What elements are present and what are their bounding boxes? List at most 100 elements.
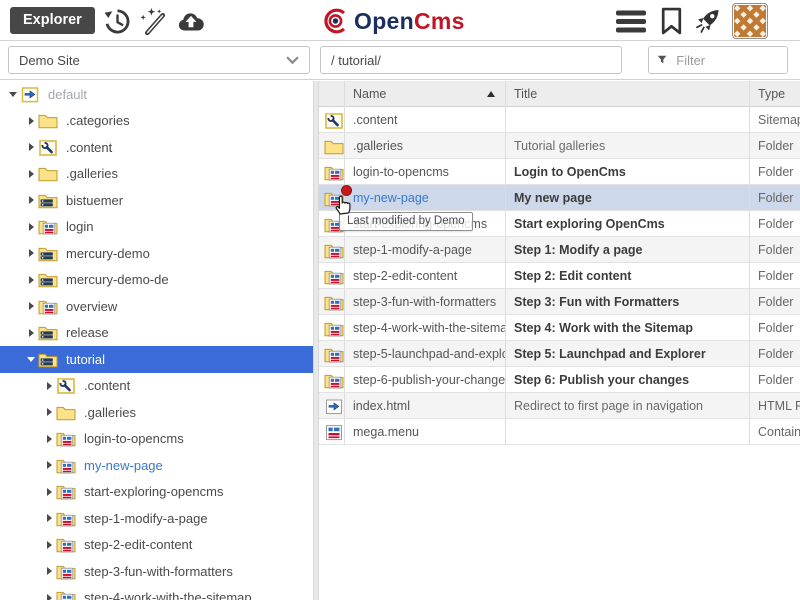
file-name: .content	[345, 107, 506, 133]
tree-item-my-new-page[interactable]: my-new-page	[0, 452, 313, 479]
expand-arrow-icon[interactable]	[42, 514, 56, 522]
file-row-mega.menu[interactable]: mega.menuContainer page	[319, 419, 800, 445]
tree-item-dot-galleries[interactable]: .galleries	[0, 161, 313, 188]
file-name: mega.menu	[345, 419, 506, 445]
expand-arrow-icon[interactable]	[24, 329, 38, 337]
tree-item-overview[interactable]: overview	[0, 293, 313, 320]
file-row-start-exploring-opencms[interactable]: start-exploring-opencmsStart exploring O…	[319, 211, 800, 237]
expand-arrow-icon[interactable]	[24, 249, 38, 257]
tree-item-release[interactable]: release	[0, 320, 313, 347]
file-name: step-2-edit-content	[345, 263, 506, 289]
tree-item-login-to-opencms[interactable]: login-to-opencms	[0, 426, 313, 453]
tree-item-login[interactable]: login	[0, 214, 313, 241]
file-row-dot-content[interactable]: .content Sitemap configuration	[319, 107, 800, 133]
file-row-step-2-edit-content[interactable]: step-2-edit-contentStep 2: Edit contentF…	[319, 263, 800, 289]
file-name: my-new-page	[345, 185, 506, 211]
page-folder-icon	[319, 341, 345, 367]
file-type: Folder	[750, 289, 800, 315]
tree-item-start-exploring-opencms[interactable]: start-exploring-opencms	[0, 479, 313, 506]
tree-item-label: tutorial	[66, 352, 105, 367]
tree-item-default[interactable]: default	[0, 81, 313, 108]
file-row-step-3-fun-with-formatters[interactable]: step-3-fun-with-formattersStep 3: Fun wi…	[319, 289, 800, 315]
user-avatar[interactable]	[732, 3, 768, 39]
file-row-index.html[interactable]: index.htmlRedirect to first page in navi…	[319, 393, 800, 419]
opencms-explorer-app: Explorer	[0, 0, 800, 600]
table-rows: .content Sitemap configuration.galleriesT…	[319, 107, 800, 445]
server-folder-icon	[38, 351, 59, 368]
folder-icon	[56, 404, 77, 421]
tree-item-dot-content[interactable]: .content	[0, 373, 313, 400]
tree-item-mercury-demo[interactable]: mercury-demo	[0, 240, 313, 267]
file-type: Sitemap configuration	[750, 107, 800, 133]
collapse-arrow-icon[interactable]	[24, 357, 38, 362]
column-header-type[interactable]: Type	[750, 81, 800, 107]
expand-arrow-icon[interactable]	[24, 276, 38, 284]
expand-arrow-icon[interactable]	[42, 461, 56, 469]
tree-item-label: bistuemer	[66, 193, 123, 208]
page-folder-icon	[319, 315, 345, 341]
file-name: step-5-launchpad-and-explorer	[345, 341, 506, 367]
expand-arrow-icon[interactable]	[42, 594, 56, 600]
file-row-login-to-opencms[interactable]: login-to-opencmsLogin to OpenCmsFolder	[319, 159, 800, 185]
column-header-title[interactable]: Title	[506, 81, 750, 107]
tree-item-step-2-edit-content[interactable]: step-2-edit-content	[0, 532, 313, 559]
menu-icon[interactable]	[616, 6, 646, 36]
expand-arrow-icon[interactable]	[24, 302, 38, 310]
expand-arrow-icon[interactable]	[24, 223, 38, 231]
file-row-step-5-launchpad-and-explorer[interactable]: step-5-launchpad-and-explorerStep 5: Lau…	[319, 341, 800, 367]
expand-arrow-icon[interactable]	[42, 567, 56, 575]
tree-item-step-1-modify-a-page[interactable]: step-1-modify-a-page	[0, 505, 313, 532]
page-folder-icon	[56, 483, 77, 500]
expand-arrow-icon[interactable]	[24, 196, 38, 204]
file-title: Redirect to first page in navigation	[506, 393, 750, 419]
file-row-my-new-page[interactable]: my-new-pageMy new pageFolder	[319, 185, 800, 211]
tree-item-label: start-exploring-opencms	[84, 484, 223, 499]
column-header-name[interactable]: Name	[345, 81, 506, 107]
expand-arrow-icon[interactable]	[42, 541, 56, 549]
folder-icon	[38, 112, 59, 129]
file-type: Folder	[750, 211, 800, 237]
tree-item-label: step-2-edit-content	[84, 537, 192, 552]
collapse-arrow-icon[interactable]	[6, 92, 20, 97]
folder-tree: default.categories.content.galleriesbist…	[0, 81, 313, 600]
wrench-folder-icon	[38, 139, 59, 156]
tree-item-label: step-4-work-with-the-sitemap	[84, 590, 252, 600]
publish-upload-icon[interactable]	[176, 6, 206, 36]
tree-item-dot-galleries[interactable]: .galleries	[0, 399, 313, 426]
site-selector[interactable]: Demo Site	[8, 46, 310, 74]
file-row-step-1-modify-a-page[interactable]: step-1-modify-a-pageStep 1: Modify a pag…	[319, 237, 800, 263]
tree-item-step-4-work-with-the-sitemap[interactable]: step-4-work-with-the-sitemap	[0, 585, 313, 600]
redirect-icon	[319, 393, 345, 419]
tree-item-dot-content[interactable]: .content	[0, 134, 313, 161]
magic-wand-icon[interactable]	[138, 6, 168, 36]
tree-item-tutorial[interactable]: tutorial	[0, 346, 313, 373]
tree-item-dot-categories[interactable]: .categories	[0, 108, 313, 135]
tree-item-label: mercury-demo-de	[66, 272, 169, 287]
file-row-step-6-publish-your-changes[interactable]: step-6-publish-your-changesStep 6: Publi…	[319, 367, 800, 393]
expand-arrow-icon[interactable]	[24, 117, 38, 125]
explorer-button[interactable]: Explorer	[10, 7, 95, 34]
tree-item-label: overview	[66, 299, 117, 314]
file-type: Folder	[750, 159, 800, 185]
tree-item-label: .categories	[66, 113, 130, 128]
expand-arrow-icon[interactable]	[24, 170, 38, 178]
tree-item-bistuemer[interactable]: bistuemer	[0, 187, 313, 214]
wrench-folder-icon	[56, 377, 77, 394]
launchpad-rocket-icon[interactable]	[692, 6, 722, 36]
expand-arrow-icon[interactable]	[42, 435, 56, 443]
file-row-dot-galleries[interactable]: .galleriesTutorial galleriesFolder	[319, 133, 800, 159]
expand-arrow-icon[interactable]	[42, 408, 56, 416]
tree-item-mercury-demo-de[interactable]: mercury-demo-de	[0, 267, 313, 294]
file-row-step-4-work-with-the-sitemap[interactable]: step-4-work-with-the-sitemapStep 4: Work…	[319, 315, 800, 341]
bookmark-icon[interactable]	[656, 6, 686, 36]
expand-arrow-icon[interactable]	[42, 488, 56, 496]
file-title: Login to OpenCms	[506, 159, 750, 185]
path-input[interactable]	[320, 46, 622, 74]
expand-arrow-icon[interactable]	[42, 382, 56, 390]
history-icon[interactable]	[102, 6, 132, 36]
page-folder-icon	[319, 289, 345, 315]
expand-arrow-icon[interactable]	[24, 143, 38, 151]
filter-input[interactable]	[674, 52, 779, 69]
tree-item-step-3-fun-with-formatters[interactable]: step-3-fun-with-formatters	[0, 558, 313, 585]
context-toolbar: Demo Site	[0, 41, 800, 80]
